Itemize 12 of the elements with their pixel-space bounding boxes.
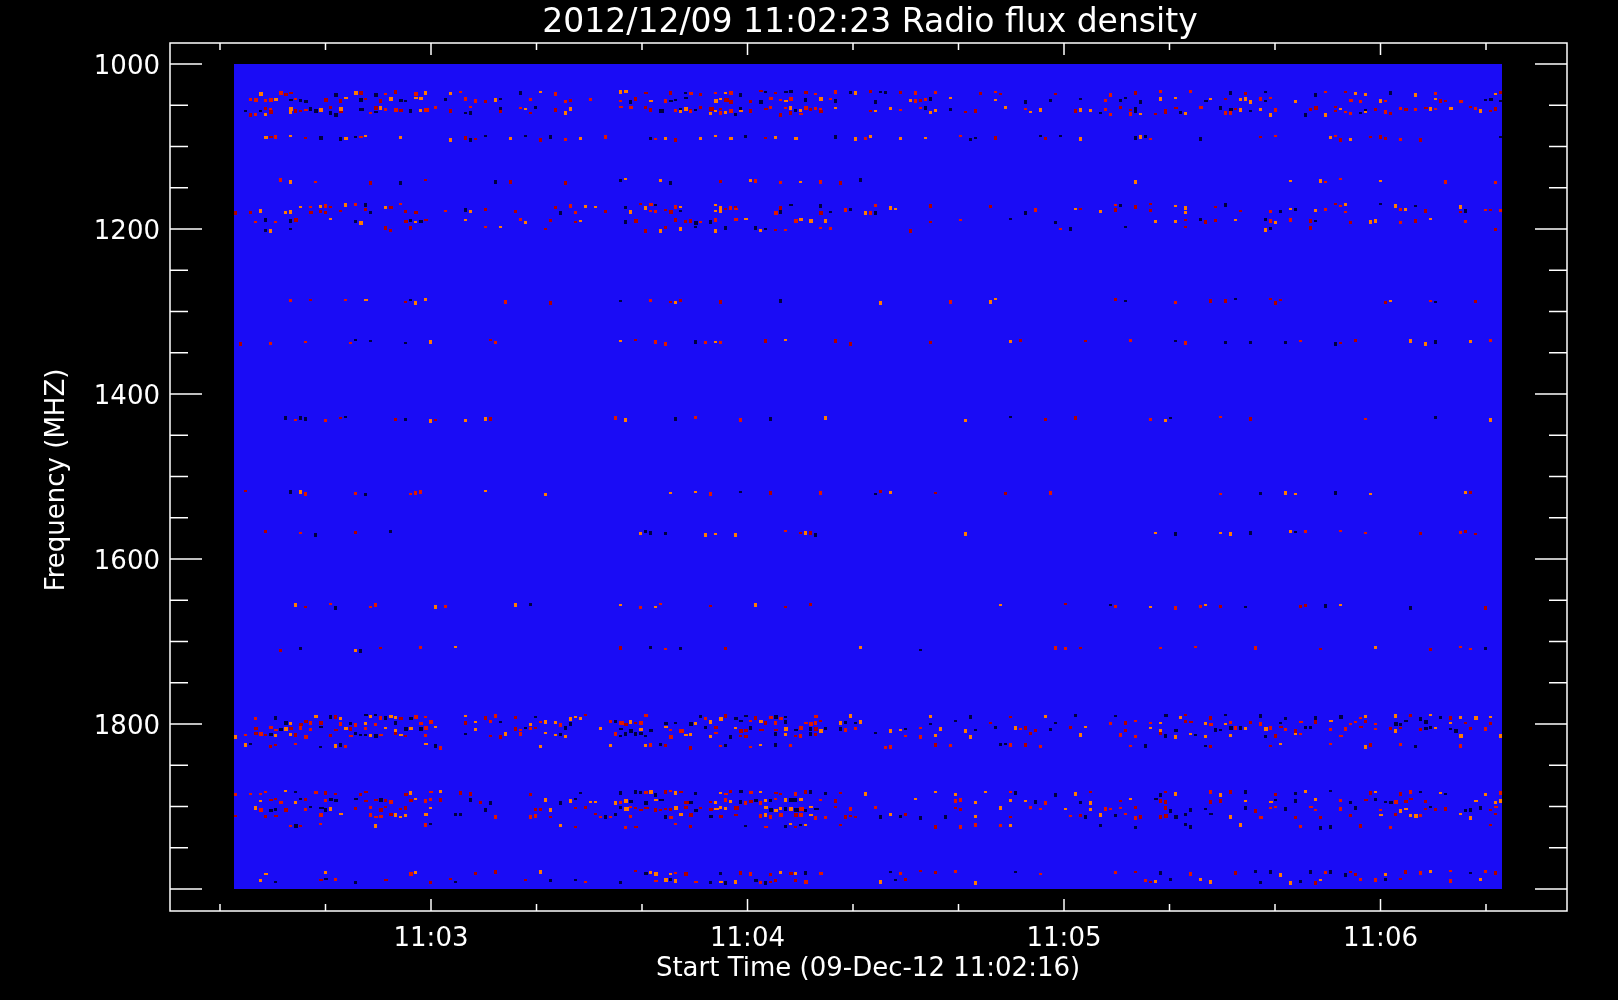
y-tick-label: 1000 <box>93 50 160 80</box>
x-tick-label: 11:06 <box>1343 922 1418 952</box>
x-axis-title: Start Time (09-Dec-12 11:02:16) <box>655 952 1081 982</box>
x-tick-label: 11:05 <box>1026 922 1102 952</box>
x-tick-label: 11:03 <box>393 922 469 952</box>
y-tick-label: 1600 <box>93 545 160 575</box>
chart-title: 2012/12/09 11:02:23 Radio flux density <box>542 1 1198 40</box>
y-tick-label: 1400 <box>93 380 160 410</box>
y-tick-label: 1800 <box>93 710 160 740</box>
y-tick-label: 1200 <box>93 215 160 245</box>
y-axis-title: Frequency (MHZ) <box>40 368 70 592</box>
x-tick-label: 11:04 <box>710 922 785 952</box>
